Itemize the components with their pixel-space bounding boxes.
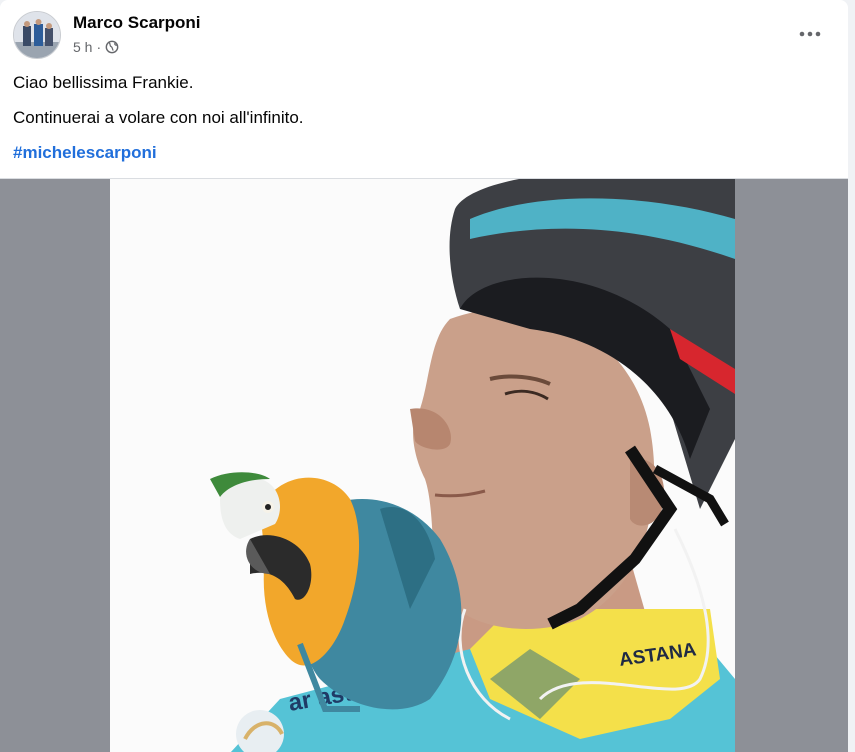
post-time[interactable]: 5 h: [73, 39, 92, 55]
cyclist-with-parrot-image: ASTANA ar asta: [110, 179, 735, 752]
hashtag-link[interactable]: #michelescarponi: [13, 143, 157, 163]
page-scrollbar[interactable]: [848, 0, 855, 752]
globe-icon[interactable]: [105, 40, 119, 54]
post-text-line-2: Continuerai a volare con noi all'infinit…: [13, 108, 304, 127]
post-photo[interactable]: ASTANA ar asta: [110, 179, 735, 752]
author-name[interactable]: Marco Scarponi: [73, 13, 201, 33]
post-meta: 5 h ·: [73, 39, 119, 55]
author-avatar[interactable]: [13, 11, 61, 59]
post-text-line-1: Ciao bellissima Frankie.: [13, 73, 194, 92]
post-card: Marco Scarponi 5 h · Ciao bellissima Fra…: [0, 0, 848, 752]
avatar-image: [14, 12, 60, 58]
meta-separator: ·: [96, 39, 102, 55]
more-horizontal-icon: [799, 31, 821, 37]
more-options-button[interactable]: [792, 20, 828, 48]
post-media[interactable]: ASTANA ar asta: [0, 178, 848, 752]
